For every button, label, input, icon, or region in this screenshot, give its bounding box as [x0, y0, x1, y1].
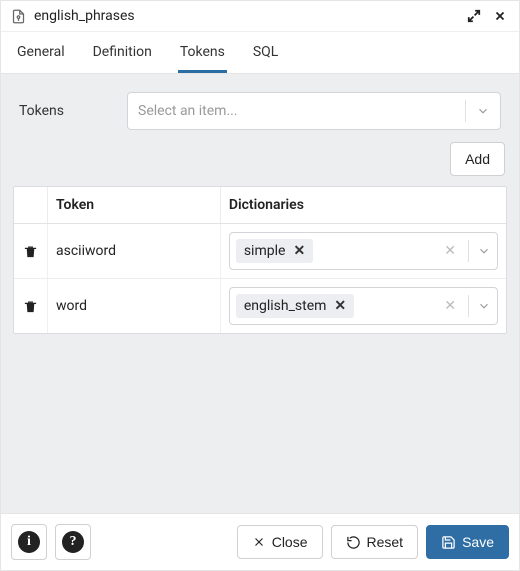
help-icon: ?: [62, 531, 84, 553]
expand-icon[interactable]: [465, 7, 483, 25]
delete-row-button[interactable]: [14, 279, 48, 333]
info-button[interactable]: i: [11, 524, 47, 560]
tabbar: General Definition Tokens SQL: [1, 32, 519, 74]
dictionary-chip: simple ✕: [236, 239, 313, 263]
info-icon: i: [18, 531, 40, 553]
window-title: english_phrases: [34, 8, 135, 24]
clear-icon[interactable]: ✕: [436, 243, 464, 259]
chevron-down-icon[interactable]: [468, 240, 491, 262]
col-token: Token: [48, 187, 221, 223]
tokens-select[interactable]: Select an item...: [127, 92, 501, 130]
chevron-down-icon[interactable]: [468, 295, 491, 317]
table-row: asciiword simple ✕ ✕: [14, 224, 506, 279]
document-icon: [11, 9, 26, 24]
add-button[interactable]: Add: [450, 142, 505, 176]
tab-sql[interactable]: SQL: [251, 40, 280, 73]
titlebar: english_phrases: [1, 1, 519, 32]
tokens-label: Tokens: [19, 103, 109, 119]
close-button[interactable]: Close: [237, 525, 323, 559]
dictionaries-select[interactable]: simple ✕ ✕: [229, 232, 498, 270]
save-label: Save: [462, 534, 494, 550]
save-button[interactable]: Save: [426, 525, 509, 559]
content-area: Tokens Select an item... Add Token Dicti…: [1, 74, 519, 513]
dictionaries-select[interactable]: english_stem ✕ ✕: [229, 287, 498, 325]
tokens-select-row: Tokens Select an item...: [7, 80, 513, 142]
chevron-down-icon: [465, 100, 490, 122]
reset-button[interactable]: Reset: [331, 525, 419, 559]
close-label: Close: [272, 534, 308, 550]
chip-label: simple: [244, 243, 286, 259]
close-icon[interactable]: [491, 7, 509, 25]
help-button[interactable]: ?: [55, 524, 91, 560]
tab-general[interactable]: General: [15, 40, 67, 73]
delete-row-button[interactable]: [14, 224, 48, 278]
tab-definition[interactable]: Definition: [91, 40, 154, 73]
trash-icon: [23, 299, 38, 314]
chip-remove-icon[interactable]: ✕: [334, 298, 346, 314]
close-x-icon: [252, 535, 266, 549]
clear-icon[interactable]: ✕: [436, 298, 464, 314]
col-dictionaries: Dictionaries: [221, 187, 506, 223]
chip-remove-icon[interactable]: ✕: [293, 243, 305, 259]
save-icon: [441, 535, 456, 550]
tab-tokens[interactable]: Tokens: [178, 40, 227, 73]
reset-icon: [346, 535, 361, 550]
chip-label: english_stem: [244, 298, 327, 314]
tokens-select-placeholder: Select an item...: [138, 103, 238, 119]
token-cell: word: [48, 279, 221, 333]
tokens-table: Token Dictionaries asciiword simple ✕ ✕: [13, 186, 507, 334]
token-cell: asciiword: [48, 224, 221, 278]
table-row: word english_stem ✕ ✕: [14, 279, 506, 333]
footer: i ? Close Reset Save: [1, 513, 519, 570]
reset-label: Reset: [367, 534, 404, 550]
dictionary-chip: english_stem ✕: [236, 294, 354, 318]
trash-icon: [23, 244, 38, 259]
